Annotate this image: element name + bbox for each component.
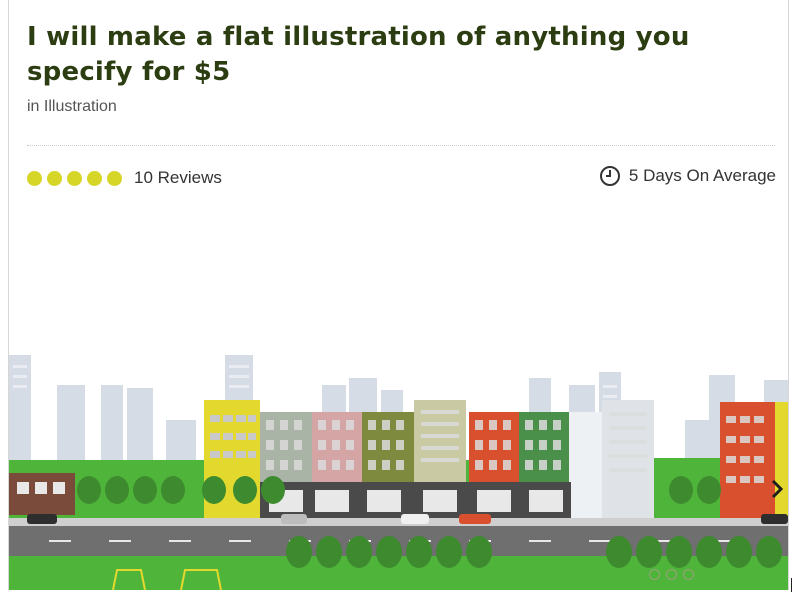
slide-indicator [649,569,700,580]
gig-card: I will make a flat illustration of anyth… [8,0,789,590]
category-line: in Illustration [27,98,117,116]
slide-dot[interactable] [683,569,694,580]
text-cursor [791,578,792,592]
star-icon [107,170,122,186]
star-icon [67,170,82,186]
star-icon [87,170,102,186]
divider [27,145,775,146]
city-illustration [9,355,788,590]
category-link[interactable]: Illustration [44,98,117,115]
delivery-time: 5 Days On Average [599,165,776,187]
gig-gallery-image[interactable] [9,330,788,590]
reviews-count[interactable]: 10 Reviews [134,168,222,188]
slide-dot[interactable] [666,569,677,580]
clock-icon [599,166,620,186]
star-icon [47,170,62,186]
slide-dot[interactable] [649,569,660,580]
gig-title: I will make a flat illustration of anyth… [27,22,690,87]
category-prefix: in [27,98,40,115]
delivery-label: 5 Days On Average [628,166,776,185]
chevron-right-icon[interactable] [770,475,784,503]
star-icon [27,170,42,186]
rating[interactable]: 10 Reviews [27,167,222,189]
